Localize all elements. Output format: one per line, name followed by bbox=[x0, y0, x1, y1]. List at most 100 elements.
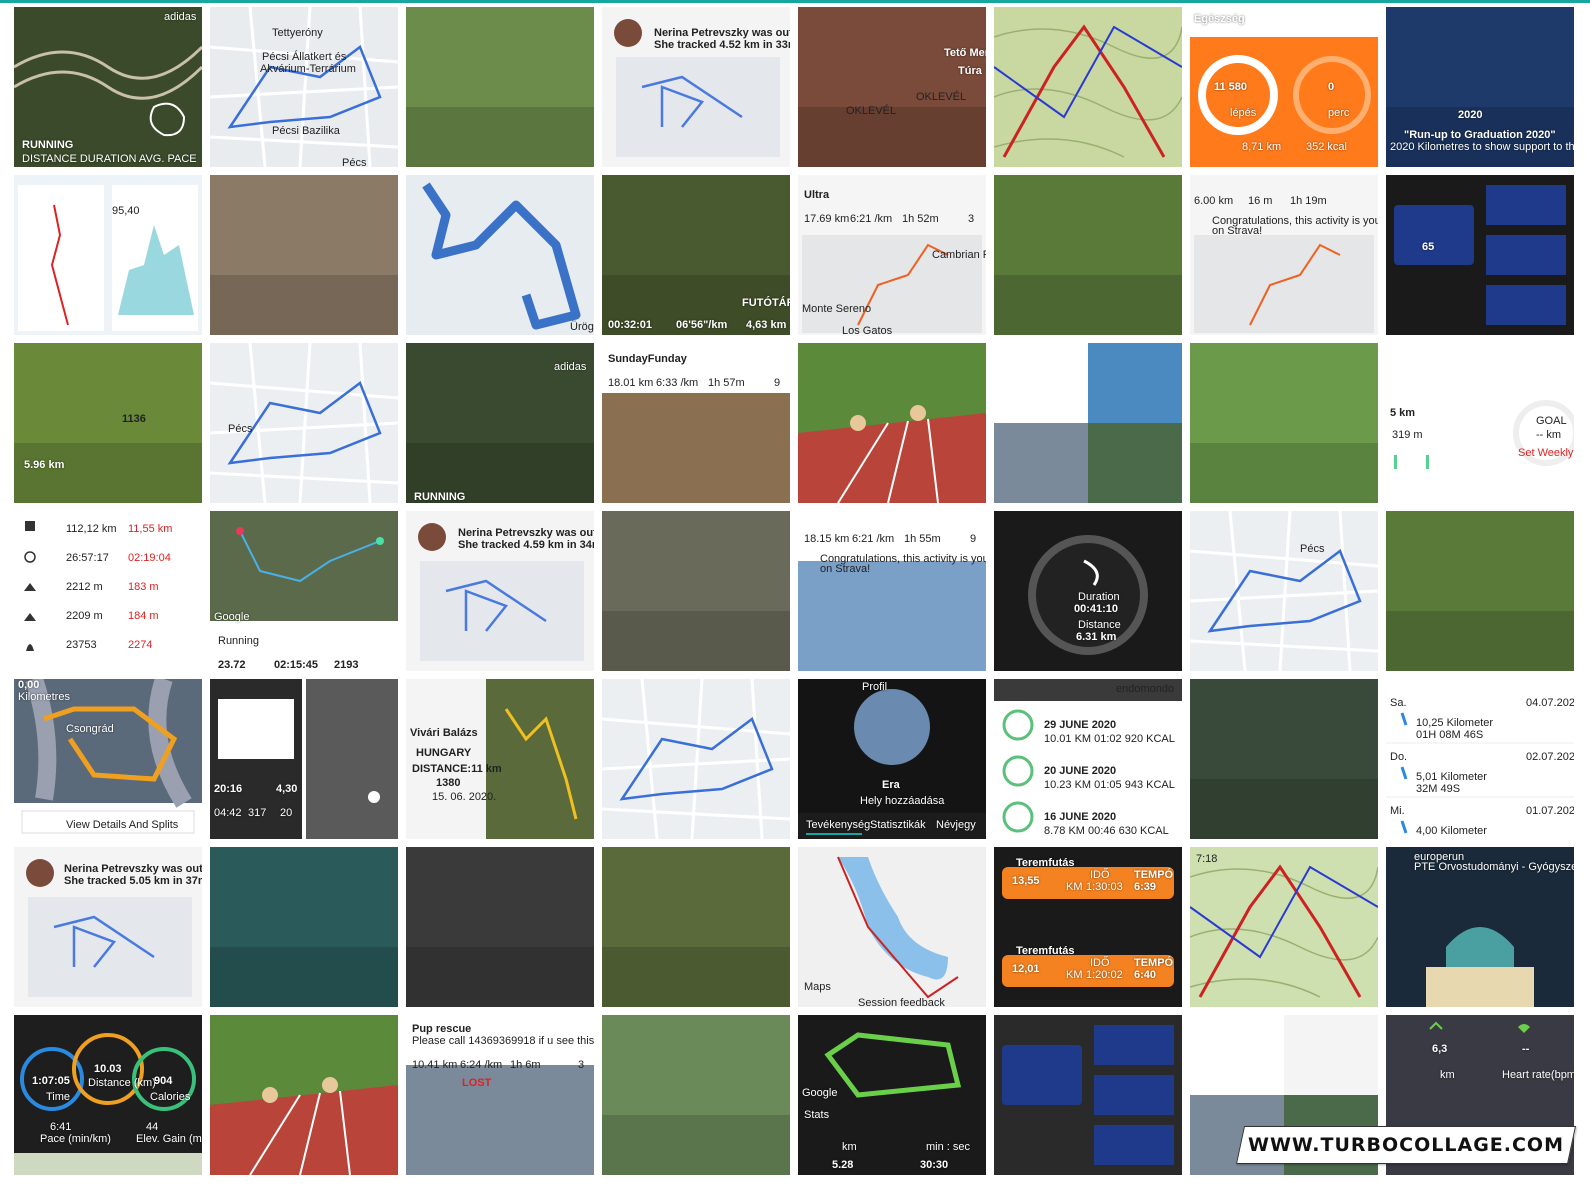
tile-label: 20 JUNE 2020 bbox=[1044, 765, 1117, 777]
tile-image-track bbox=[798, 343, 986, 503]
tile-label: Pécsi Bazilika bbox=[272, 125, 340, 137]
tile-label: Pécs bbox=[1300, 543, 1325, 555]
tile-image-photo bbox=[210, 847, 398, 1007]
tile-label: GOAL bbox=[1536, 415, 1567, 427]
collage-tile-r1c3 bbox=[406, 7, 594, 167]
tile-image-topo bbox=[994, 7, 1182, 167]
tile-label: 1h 55m bbox=[904, 533, 941, 545]
collage-tile-r3c8: 5 km 319 m GOAL -- km Set Weekly Go bbox=[1386, 343, 1574, 503]
tile-image-app-chart bbox=[14, 175, 202, 335]
tile-label: DISTANCE DURATION AVG. PACE bbox=[22, 153, 197, 165]
tile-label: Profil bbox=[862, 681, 888, 693]
tile-label: She tracked 4.52 km in 33m32s. bbox=[654, 39, 790, 51]
tile-label: RUNNING bbox=[414, 491, 466, 503]
tile-label: 6:41 bbox=[50, 1121, 72, 1133]
tile-image-photo bbox=[406, 847, 594, 1007]
tile-label: 5.96 km bbox=[24, 459, 65, 471]
tile-label: 0,00 bbox=[18, 679, 40, 691]
tile-label: 20 bbox=[280, 807, 293, 819]
tile-label: 32M 49S bbox=[1416, 783, 1461, 795]
tile-label: 18.01 km bbox=[608, 377, 654, 389]
collage-tile-r4c6: Duration 00:41:10 Distance 6.31 km bbox=[994, 511, 1182, 671]
collage-tile-r6c2 bbox=[210, 847, 398, 1007]
tile-label: 6:33 /km bbox=[656, 377, 699, 389]
tile-label: 95,40 bbox=[112, 205, 140, 217]
tile-label: 10.23 KM 01:05 943 KCAL bbox=[1044, 779, 1175, 791]
tile-label: 17.69 km bbox=[804, 213, 850, 225]
tile-label: She tracked 5.05 km in 37m50s. bbox=[64, 875, 202, 887]
tile-label: 6:24 /km bbox=[460, 1059, 503, 1071]
tile-label: 8.78 KM 00:46 630 KCAL bbox=[1044, 825, 1169, 837]
tile-label: Nerina Petrevszky was out running. bbox=[64, 863, 202, 875]
collage-tile-r6c6: Teremfutás 13,55 KM IDŐ 1:30:03 TEMPÓ 6:39 Tere… bbox=[994, 847, 1182, 1007]
tile-image-photo bbox=[14, 343, 202, 503]
tile-label: 11 580 bbox=[1214, 81, 1248, 93]
tile-label: 18.15 km bbox=[804, 533, 850, 545]
collage-tile-r2c7: 6.00 km 16 m 1h 19m Congratulations, this a… bbox=[1190, 175, 1378, 335]
collage-tile-r2c1: 95,40 bbox=[14, 175, 202, 335]
tile-label: 6:40 bbox=[1134, 969, 1157, 981]
tile-label: 1h 6m bbox=[510, 1059, 541, 1071]
tile-image-track bbox=[210, 1015, 398, 1175]
tile-label: 1:07:05 bbox=[32, 1075, 70, 1087]
tile-label: Hely hozzáadása bbox=[860, 795, 945, 807]
tile-label: 5 km bbox=[1390, 407, 1416, 419]
tile-label: Tevékenység bbox=[806, 819, 871, 831]
tile-image-photo bbox=[602, 1015, 790, 1175]
watermark-badge: WWW.TURBOCOLLAGE.COM bbox=[1235, 1126, 1577, 1164]
tile-label: Please call 14369369918 if u see this pu… bbox=[412, 1035, 594, 1047]
tile-label: PTE Orvostudományi - Gyógyszerésztudomán… bbox=[1414, 861, 1574, 873]
tile-label: 10,25 Kilometer bbox=[1416, 717, 1494, 729]
tile-label: 20:16 bbox=[214, 783, 243, 795]
tile-label: 1:30:03 bbox=[1086, 881, 1123, 893]
tile-label: 02:19:04 bbox=[128, 552, 171, 564]
tile-label: 16 JUNE 2020 bbox=[1044, 811, 1117, 823]
collage-tile-r7c1: 1:07:05 Time 10.03 Distance (km) 904 Calories… bbox=[14, 1015, 202, 1175]
tile-label: IDŐ bbox=[1090, 957, 1110, 969]
tile-label: SundayFunday bbox=[608, 353, 687, 365]
tile-label: 3 bbox=[968, 213, 975, 225]
tile-label: She tracked 4.59 km in 34m54s. bbox=[458, 539, 594, 551]
tile-image-photo bbox=[602, 175, 790, 335]
tile-label: 319 m bbox=[1392, 429, 1423, 441]
collage-tile-r2c8: 65 bbox=[1386, 175, 1574, 335]
tile-label: Elev. Gain (m) bbox=[136, 1133, 202, 1145]
tile-label: 10.41 km bbox=[412, 1059, 458, 1071]
tile-label: 904 bbox=[154, 1075, 173, 1087]
tile-label: 1:20:02 bbox=[1086, 969, 1123, 981]
tile-label: Stats bbox=[804, 1109, 830, 1121]
collage-tile-r5c3: Vivári Balázs HUNGARY DISTANCE:11 km 1380 15… bbox=[406, 679, 594, 839]
tile-label: adidas bbox=[554, 361, 587, 373]
tile-label: 12,01 bbox=[1012, 963, 1040, 975]
tile-image-treadmill bbox=[1386, 175, 1574, 335]
tile-label: Google bbox=[802, 1087, 838, 1099]
tile-label: lépés bbox=[1230, 107, 1257, 119]
tile-label: on Strava! bbox=[820, 563, 871, 575]
tile-label: perc bbox=[1328, 107, 1350, 119]
tile-label: Teremfutás bbox=[1016, 857, 1075, 869]
collage-tile-r4c7: Pécs bbox=[1190, 511, 1378, 671]
tile-label: Sa. bbox=[1390, 697, 1407, 709]
tile-image-map bbox=[602, 679, 790, 839]
tile-label: Akvárium-Terrárium bbox=[260, 63, 356, 75]
tile-label: 11,55 km bbox=[128, 523, 173, 535]
tile-label: Vivári Balázs bbox=[410, 727, 478, 739]
tile-label: 2209 m bbox=[66, 610, 103, 622]
tile-image-photo bbox=[994, 175, 1182, 335]
tile-label: Tető Mer bbox=[944, 47, 986, 59]
tile-label: 0 bbox=[1328, 81, 1335, 93]
tile-label: Duration bbox=[1078, 591, 1120, 603]
tile-label: 6,3 bbox=[1432, 1043, 1448, 1055]
collage-tile-r6c8: europerunPTE Orvostudományi - Gyógyszeré… bbox=[1386, 847, 1574, 1007]
tile-image-split bbox=[994, 343, 1182, 503]
tile-label: 9 bbox=[970, 533, 977, 545]
tile-label: TEMPÓ bbox=[1134, 957, 1174, 969]
collage-tile-r3c6 bbox=[994, 343, 1182, 503]
tile-image-treadmill bbox=[994, 1015, 1182, 1175]
tile-label: 1h 52m bbox=[902, 213, 939, 225]
tile-label: Kilometres bbox=[18, 691, 70, 703]
collage-tile-r3c2: Pécs bbox=[210, 343, 398, 503]
tile-label: "Run-up to Graduation 2020" bbox=[1404, 129, 1556, 141]
tile-label: Pécs bbox=[228, 423, 253, 435]
collage-tile-r1c6 bbox=[994, 7, 1182, 167]
